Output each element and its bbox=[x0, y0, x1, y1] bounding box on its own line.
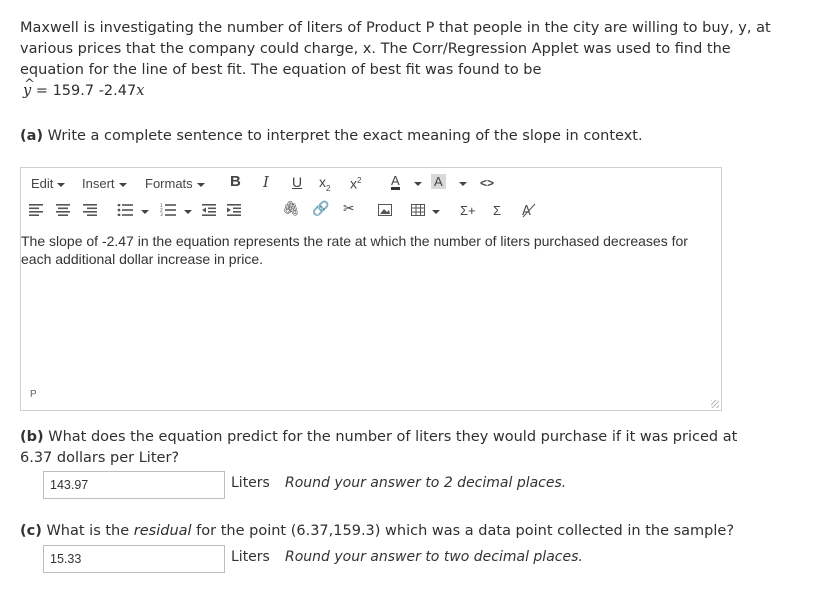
svg-text:3: 3 bbox=[160, 212, 163, 216]
special-character-icon[interactable]: A bbox=[521, 202, 537, 218]
answer-b-input[interactable]: 143.97 bbox=[43, 471, 225, 499]
font-color-button[interactable]: A bbox=[391, 174, 400, 190]
regression-equation: ^ y = 159.7 -2.47x bbox=[23, 77, 145, 99]
background-color-button[interactable]: A bbox=[431, 174, 446, 189]
align-right-icon[interactable] bbox=[83, 204, 97, 216]
equation-editor-button[interactable]: Σ+ bbox=[460, 203, 476, 219]
bold-button[interactable]: B bbox=[230, 174, 241, 190]
answer-c-input[interactable]: 15.33 bbox=[43, 545, 225, 573]
answer-a-text: The slope of -2.47 in the equation repre… bbox=[21, 233, 688, 267]
edit-menu[interactable]: Edit bbox=[31, 176, 66, 192]
numbered-list-icon[interactable]: 123 bbox=[160, 203, 176, 216]
editor-toolbar-row-1: Edit Insert Formats B I U x2 x2 A A <> bbox=[21, 168, 721, 198]
editor-content[interactable]: The slope of -2.47 in the equation repre… bbox=[21, 228, 721, 378]
image-icon[interactable] bbox=[378, 204, 392, 216]
align-left-icon[interactable] bbox=[29, 204, 43, 216]
font-color-dropdown-icon[interactable] bbox=[414, 182, 422, 186]
answer-b-unit: Liters bbox=[231, 475, 270, 491]
question-c: (c) What is the residual for the point (… bbox=[20, 523, 735, 539]
superscript-button[interactable]: x2 bbox=[350, 173, 361, 192]
problem-intro: Maxwell is investigating the number of l… bbox=[20, 18, 790, 102]
source-code-button[interactable]: <> bbox=[480, 175, 494, 191]
indent-icon[interactable] bbox=[227, 204, 241, 216]
bullet-list-icon[interactable] bbox=[117, 204, 133, 216]
table-icon[interactable] bbox=[411, 204, 425, 216]
y-hat: ^ y bbox=[23, 77, 35, 99]
rich-text-editor: Edit Insert Formats B I U x2 x2 A A <> 1… bbox=[20, 167, 722, 411]
answer-c-unit: Liters bbox=[231, 549, 270, 565]
answer-b-hint: Round your answer to 2 decimal places. bbox=[285, 475, 567, 491]
outdent-icon[interactable] bbox=[202, 204, 216, 216]
underline-button[interactable]: U bbox=[292, 174, 302, 190]
background-color-dropdown-icon[interactable] bbox=[459, 182, 467, 186]
align-center-icon[interactable] bbox=[56, 204, 70, 216]
bullet-list-dropdown-icon[interactable] bbox=[141, 210, 149, 214]
page: Maxwell is investigating the number of l… bbox=[0, 0, 831, 589]
numbered-list-dropdown-icon[interactable] bbox=[184, 210, 192, 214]
editor-status-path: P bbox=[30, 389, 37, 400]
question-a: (a) Write a complete sentence to interpr… bbox=[20, 128, 643, 144]
attachment-icon[interactable]: 🖇 bbox=[282, 201, 300, 217]
question-b: (b) What does the equation predict for t… bbox=[20, 429, 738, 466]
editor-toolbar-row-2: 123 🖇 🔗 ✂ Σ+ Σ A bbox=[21, 198, 721, 226]
table-dropdown-icon[interactable] bbox=[432, 210, 440, 214]
sigma-button[interactable]: Σ bbox=[493, 203, 501, 219]
insert-menu[interactable]: Insert bbox=[82, 176, 127, 192]
resize-handle[interactable] bbox=[711, 400, 719, 408]
italic-button[interactable]: I bbox=[263, 174, 269, 190]
unlink-icon[interactable]: ✂ bbox=[343, 201, 355, 217]
link-icon[interactable]: 🔗 bbox=[312, 201, 329, 217]
answer-c-hint: Round your answer to two decimal places. bbox=[285, 549, 583, 565]
intro-text: Maxwell is investigating the number of l… bbox=[20, 20, 771, 78]
formats-menu[interactable]: Formats bbox=[145, 176, 205, 192]
subscript-button[interactable]: x2 bbox=[319, 174, 330, 197]
